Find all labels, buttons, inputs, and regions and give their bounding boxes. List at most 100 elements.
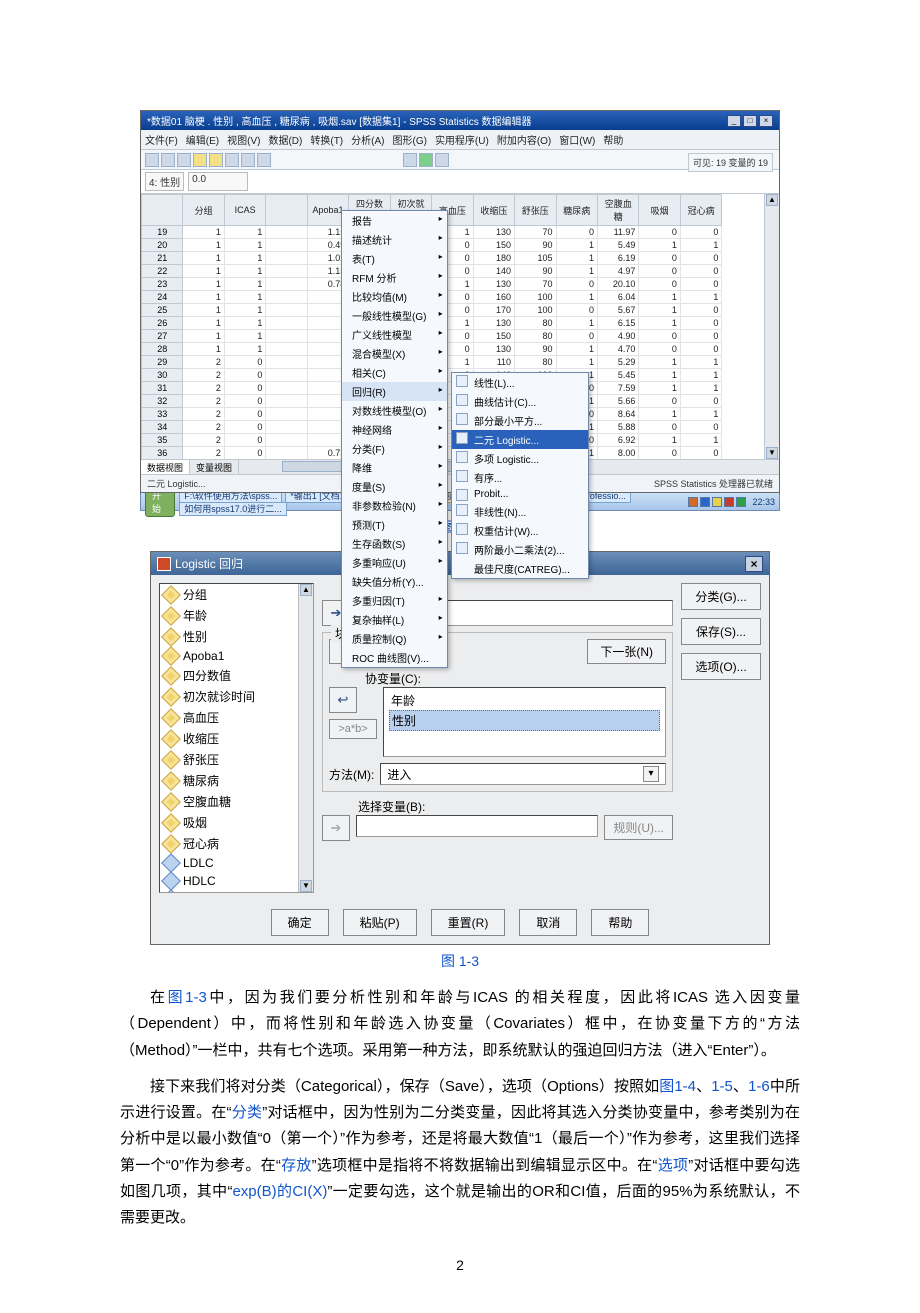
cell[interactable]: 90 — [515, 265, 556, 278]
cell[interactable]: 160 — [473, 291, 514, 304]
analyse-menu-item[interactable]: 描述统计▸ — [342, 230, 447, 249]
row-number[interactable]: 26 — [142, 317, 183, 330]
regression-menu-item[interactable]: 最佳尺度(CATREG)... — [452, 559, 588, 578]
analyse-menu-item[interactable]: RFM 分析▸ — [342, 268, 447, 287]
cell[interactable]: 0 — [556, 226, 597, 239]
row-number[interactable]: 36 — [142, 447, 183, 460]
cell[interactable]: 2 — [183, 395, 224, 408]
variable-item[interactable]: 初次就诊时间 — [160, 686, 313, 707]
vertical-scrollbar[interactable]: ▲ ▼ — [764, 194, 779, 459]
cell[interactable]: 0 — [556, 304, 597, 317]
cell[interactable]: 0 — [639, 330, 680, 343]
variable-item[interactable]: 冠心病 — [160, 833, 313, 854]
cell[interactable]: 2 — [183, 369, 224, 382]
analyse-menu-item[interactable]: 对数线性模型(O)▸ — [342, 401, 447, 420]
cell[interactable]: 0 — [680, 317, 721, 330]
cell[interactable]: 2 — [183, 447, 224, 460]
cell[interactable]: 180 — [473, 252, 514, 265]
analyse-menu-item[interactable]: 表(T)▸ — [342, 249, 447, 268]
analyse-menu-item[interactable]: 报告▸ — [342, 211, 447, 230]
cell[interactable] — [266, 239, 307, 252]
cell[interactable]: 0 — [639, 395, 680, 408]
analyse-menu-item[interactable]: 多重归因(T)▸ — [342, 591, 447, 610]
variable-item[interactable]: LDLC — [160, 854, 313, 872]
open-icon[interactable] — [145, 153, 159, 167]
cell[interactable]: 1 — [183, 330, 224, 343]
row-number[interactable]: 25 — [142, 304, 183, 317]
cell[interactable]: 5.88 — [597, 421, 638, 434]
fig-ref-link[interactable]: 图1-3 — [168, 989, 207, 1006]
menu-item[interactable]: 数据(D) — [268, 136, 302, 147]
cell[interactable]: 6.92 — [597, 434, 638, 447]
analyse-menu-item[interactable]: 回归(R)▸ — [342, 382, 447, 401]
analyse-menu-item[interactable]: 质量控制(Q)▸ — [342, 629, 447, 648]
row-number[interactable]: 22 — [142, 265, 183, 278]
column-header[interactable]: 分组 — [183, 195, 224, 226]
variable-item[interactable]: 糖尿病 — [160, 770, 313, 791]
cell[interactable]: 110 — [473, 356, 514, 369]
regression-menu-item[interactable]: 两阶最小二乘法(2)... — [452, 540, 588, 559]
cell[interactable]: 130 — [473, 317, 514, 330]
analyse-menu-item[interactable]: 一般线性模型(G)▸ — [342, 306, 447, 325]
cell[interactable]: 1 — [639, 369, 680, 382]
analyse-menu-item[interactable]: 混合模型(X)▸ — [342, 344, 447, 363]
table-row[interactable]: 23110.78224113070020.1000 — [142, 278, 764, 291]
variable-item[interactable]: 高血压 — [160, 707, 313, 728]
menu-item[interactable]: 图形(G) — [392, 136, 426, 147]
cell[interactable]: 130 — [473, 278, 514, 291]
dialog-button[interactable]: 粘贴(P) — [343, 909, 417, 936]
menu-item[interactable]: 编辑(E) — [186, 136, 219, 147]
cell[interactable]: 100 — [515, 291, 556, 304]
cell[interactable] — [266, 356, 307, 369]
tab-data-view[interactable]: 数据视图 — [141, 460, 190, 474]
rule-button[interactable]: 规则(U)... — [604, 815, 673, 840]
analyse-menu-item[interactable]: 非参数检验(N)▸ — [342, 496, 447, 515]
variable-item[interactable]: 性别 — [160, 626, 313, 647]
cell[interactable] — [266, 252, 307, 265]
analyse-menu-item[interactable]: 降维▸ — [342, 458, 447, 477]
covariate-item[interactable]: 年龄 — [389, 691, 660, 710]
cell[interactable]: 1 — [183, 226, 224, 239]
cell[interactable]: 70 — [515, 226, 556, 239]
cell[interactable] — [266, 330, 307, 343]
regression-menu-item[interactable]: 部分最小平方... — [452, 411, 588, 430]
column-header[interactable]: ICAS — [224, 195, 265, 226]
select-variable-field[interactable] — [356, 815, 598, 837]
cell[interactable]: 20.10 — [597, 278, 638, 291]
cell[interactable]: 1 — [183, 278, 224, 291]
cell[interactable]: 1 — [680, 369, 721, 382]
analyse-menu-item[interactable]: 复杂抽样(L)▸ — [342, 610, 447, 629]
cell[interactable]: 1 — [680, 239, 721, 252]
column-header[interactable]: 冠心病 — [680, 195, 721, 226]
term-link[interactable]: 分类 — [232, 1104, 263, 1121]
cell[interactable]: 0 — [224, 395, 265, 408]
analyse-menu-item[interactable]: 多重响应(U)▸ — [342, 553, 447, 572]
cell[interactable]: 1 — [224, 226, 265, 239]
analyse-menu-item[interactable]: 比较均值(M)▸ — [342, 287, 447, 306]
cell[interactable]: 5.29 — [597, 356, 638, 369]
cell[interactable]: 6.15 — [597, 317, 638, 330]
menu-item[interactable]: 帮助 — [603, 136, 623, 147]
taskbar-item[interactable]: 如何用spss17.0进行二... — [179, 502, 287, 516]
cell[interactable]: 1 — [556, 265, 597, 278]
cell[interactable]: 70 — [515, 278, 556, 291]
tray-icon[interactable] — [700, 497, 710, 507]
save-icon[interactable] — [161, 153, 175, 167]
cell[interactable]: 5.49 — [597, 239, 638, 252]
regression-menu-item[interactable]: Probit... — [452, 487, 588, 502]
menu-item[interactable]: 窗口(W) — [559, 136, 595, 147]
cell[interactable]: 130 — [473, 226, 514, 239]
cell[interactable]: 0 — [224, 434, 265, 447]
variable-item[interactable]: 年龄 — [160, 605, 313, 626]
table-row[interactable]: 261116811308016.1510 — [142, 317, 764, 330]
cell[interactable]: 170 — [473, 304, 514, 317]
cell[interactable]: 0 — [680, 330, 721, 343]
interaction-button[interactable]: >a*b> — [329, 719, 377, 739]
cell[interactable]: 0 — [639, 252, 680, 265]
cell[interactable]: 0 — [224, 421, 265, 434]
variable-item[interactable]: 空腹血糖 — [160, 791, 313, 812]
cell[interactable]: 0 — [639, 447, 680, 460]
variable-item[interactable]: 分组 — [160, 584, 313, 605]
analyse-menu-item[interactable]: 生存函数(S)▸ — [342, 534, 447, 553]
cell[interactable]: 1 — [224, 343, 265, 356]
